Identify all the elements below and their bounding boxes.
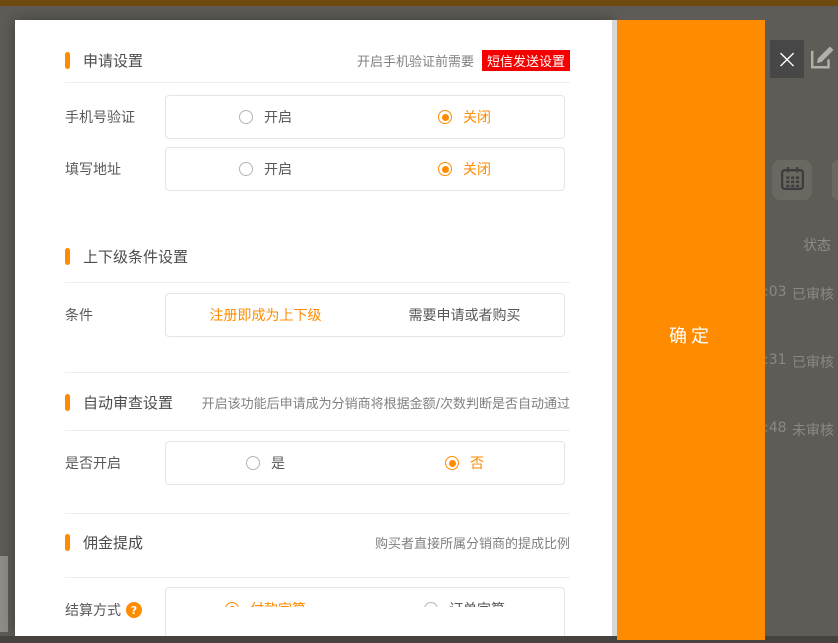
row-label: 手机号验证 [65,107,165,127]
radio-no[interactable] [445,456,459,470]
divider [65,372,570,373]
section-marker [65,248,70,265]
close-icon: × [776,46,799,73]
section-marker [65,394,70,411]
section-hierarchy-condition: 上下级条件设置 [65,246,570,266]
radio-yes[interactable] [246,456,260,470]
calendar-button [772,160,812,200]
setting-row-phone-verification: 手机号验证 开启 关闭 [65,95,570,139]
close-button[interactable]: × [770,40,804,78]
setting-row-settlement-method: 结算方式 ? 付款完算 订单完算 [65,587,570,636]
option-label[interactable]: 开启 [264,159,292,179]
option-group: 付款完算 订单完算 [165,587,565,636]
setting-row-condition: 条件 注册即成为上下级 需要申请或者购买 [65,293,570,337]
note-text: 开启该功能后申请成为分销商将根据金额/次数判断是否自动通过 [202,393,570,412]
option-disable[interactable]: 关闭 [365,159,564,179]
option-apply-or-purchase[interactable]: 需要申请或者购买 [365,305,564,325]
option-disable[interactable]: 关闭 [365,107,564,127]
row-label: 是否开启 [65,453,165,473]
calendar-icon [779,165,806,196]
partial-button [832,160,838,200]
divider [65,430,570,431]
option-label[interactable]: 关闭 [463,107,491,127]
row-time: :31 [764,352,787,368]
section-title: 申请设置 [83,50,143,71]
option-label[interactable]: 注册即成为上下级 [210,305,322,325]
radio-disable[interactable] [438,110,452,124]
confirm-button[interactable]: 确定 [617,20,765,640]
option-group: 是 否 [165,441,565,485]
distribution-settings-page: 状态 :03 已审核 :31 已审核 :48 未审核 × 申请设置 开启手机验证… [0,0,838,643]
divider [65,577,570,578]
row-status: 已审核 [792,352,834,372]
option-yes[interactable]: 是 [166,453,365,473]
option-enable[interactable]: 开启 [166,159,365,179]
row-status: 已审核 [792,284,834,304]
option-group: 注册即成为上下级 需要申请或者购买 [165,293,565,337]
radio-disable[interactable] [438,162,452,176]
page-header-strip [0,0,838,6]
setting-row-auto-review-enabled: 是否开启 是 否 [65,441,570,485]
option-no[interactable]: 否 [365,453,564,473]
option-label[interactable]: 开启 [264,107,292,127]
radio-enable[interactable] [239,110,253,124]
option-label[interactable]: 关闭 [463,159,491,179]
section-application-settings: 申请设置 开启手机验证前需要 短信发送设置 [65,50,570,70]
row-label-text: 结算方式 [65,600,121,620]
row-time: :03 [764,284,787,300]
background-fragment [0,556,8,632]
section-commission: 佣金提成 购买者直接所属分销商的提成比例 [65,532,570,552]
option-label[interactable]: 付款完算 [250,599,306,607]
option-label[interactable]: 需要申请或者购买 [409,305,521,325]
radio-pay-settle[interactable] [225,602,239,607]
row-label: 填写地址 [65,159,165,179]
option-enable[interactable]: 开启 [166,107,365,127]
section-note: 购买者直接所属分销商的提成比例 [375,533,570,552]
option-group: 开启 关闭 [165,147,565,191]
setting-row-address: 填写地址 开启 关闭 [65,147,570,191]
section-note: 开启该功能后申请成为分销商将根据金额/次数判断是否自动通过 [202,393,570,412]
section-title: 佣金提成 [83,532,143,553]
divider [65,513,570,514]
section-title: 自动审查设置 [83,392,173,413]
settings-modal: 申请设置 开启手机验证前需要 短信发送设置 手机号验证 开启 关闭 [15,20,612,636]
section-auto-review: 自动审查设置 开启该功能后申请成为分销商将根据金额/次数判断是否自动通过 [65,392,570,412]
divider [65,82,570,83]
option-order-settle[interactable]: 订单完算 [365,599,564,607]
note-text: 购买者直接所属分销商的提成比例 [375,533,570,552]
row-time: :48 [764,420,787,436]
section-marker [65,52,70,69]
row-label: 条件 [65,305,165,325]
option-label[interactable]: 订单完算 [449,599,505,607]
note-text: 开启手机验证前需要 [357,51,474,70]
radio-order-settle[interactable] [424,602,438,607]
confirm-label: 确定 [669,322,713,640]
status-column-header: 状态 [803,235,831,255]
section-marker [65,534,70,551]
option-label[interactable]: 是 [271,453,285,473]
section-note: 开启手机验证前需要 短信发送设置 [357,50,570,71]
option-pay-settle[interactable]: 付款完算 [166,599,365,607]
sms-settings-link[interactable]: 短信发送设置 [482,50,570,71]
divider [65,282,570,283]
option-register-becomes-hierarchy[interactable]: 注册即成为上下级 [166,305,365,325]
radio-enable[interactable] [239,162,253,176]
help-icon[interactable]: ? [126,602,142,618]
section-title: 上下级条件设置 [83,246,188,267]
row-status: 未审核 [792,420,834,440]
edit-icon [808,41,836,77]
row-label: 结算方式 ? [65,600,165,620]
option-label[interactable]: 否 [470,453,484,473]
option-group: 开启 关闭 [165,95,565,139]
